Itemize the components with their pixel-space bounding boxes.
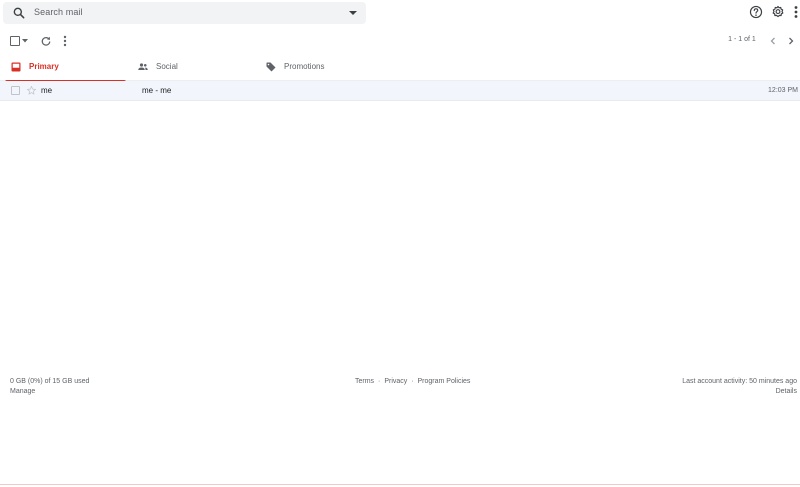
manage-storage-link[interactable]: Manage (10, 388, 35, 395)
separator: · (411, 378, 414, 385)
select-dropdown-icon[interactable] (22, 39, 28, 43)
star-icon[interactable] (26, 85, 37, 96)
program-policies-link[interactable]: Program Policies (418, 378, 471, 385)
tab-primary[interactable]: Primary (5, 54, 126, 82)
details-link[interactable]: Details (776, 388, 797, 395)
tab-social-label: Social (156, 62, 178, 71)
top-header: Search mail (0, 0, 800, 27)
search-icon[interactable] (12, 6, 26, 20)
terms-link[interactable]: Terms (355, 378, 374, 385)
help-icon[interactable] (749, 5, 763, 19)
search-options-icon[interactable] (347, 8, 359, 18)
table-row[interactable]: me me - me 12:03 PM (0, 81, 800, 101)
inbox-icon (11, 62, 21, 72)
refresh-icon[interactable] (40, 35, 52, 47)
chevron-left-icon[interactable] (768, 36, 778, 46)
chevron-right-icon[interactable] (786, 36, 796, 46)
tag-icon (266, 62, 276, 72)
tab-promotions-label: Promotions (284, 62, 325, 71)
separator: · (378, 378, 381, 385)
select-all-checkbox[interactable] (10, 36, 20, 46)
last-account-activity: Last account activity: 50 minutes ago (682, 378, 797, 385)
more-vertical-icon[interactable] (792, 5, 800, 19)
tab-promotions[interactable]: Promotions (262, 54, 382, 81)
settings-gear-icon[interactable] (771, 5, 785, 19)
page-footer: 0 GB (0%) of 15 GB used Manage Terms · P… (0, 376, 800, 400)
privacy-link[interactable]: Privacy (384, 378, 407, 385)
divider (0, 484, 800, 485)
message-time: 12:03 PM (768, 87, 798, 94)
mail-toolbar: 1 - 1 of 1 (0, 28, 800, 54)
search-input[interactable]: Search mail (34, 7, 83, 17)
pagination-range: 1 - 1 of 1 (728, 36, 756, 43)
storage-usage: 0 GB (0%) of 15 GB used (10, 378, 90, 385)
tab-social[interactable]: Social (133, 54, 253, 81)
category-tabs: Primary Social Promotions (0, 54, 800, 82)
row-checkbox[interactable] (11, 86, 20, 95)
tab-primary-label: Primary (29, 62, 59, 71)
search-bar[interactable]: Search mail (3, 2, 366, 24)
people-icon (138, 63, 148, 70)
footer-links: Terms · Privacy · Program Policies (355, 378, 470, 385)
message-subject: me - me (142, 86, 172, 95)
message-sender: me (41, 86, 53, 95)
more-actions-icon[interactable] (62, 35, 68, 47)
